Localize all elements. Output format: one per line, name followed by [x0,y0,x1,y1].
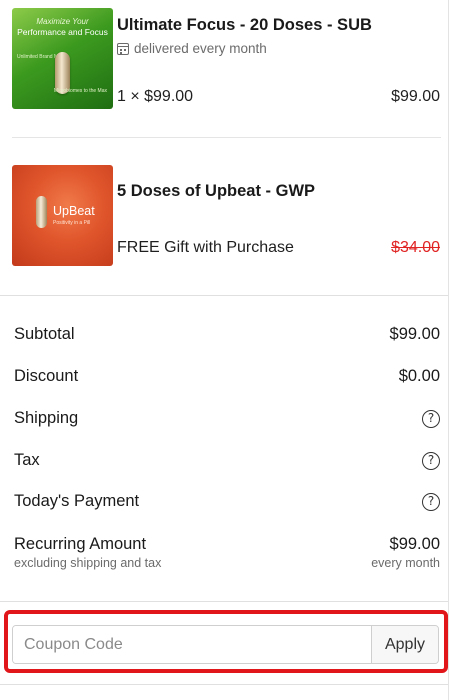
discount-value: $0.00 [398,367,440,385]
shipping-label: Shipping [14,409,79,427]
thumbnail-heading-line2: Performance and Focus [17,27,108,37]
calendar-icon [117,42,129,55]
original-price: $34.00 [391,239,440,256]
product-image-upbeat[interactable]: UpBeat Positivity in a Pill [12,165,113,266]
thumbnail-side-right: Microbiomes to the Max [53,88,107,94]
recurring-value: $99.00 [389,535,440,553]
discount-row: Discount $0.00 [14,367,440,386]
recurring-frequency: every month [371,556,440,570]
subtotal-value: $99.00 [389,325,440,343]
recurring-note: excluding shipping and tax [14,556,162,570]
recurring-label: Recurring Amount [14,535,147,553]
panel-edge [448,0,449,700]
item-divider [12,137,441,138]
coupon-code-input[interactable] [13,626,371,663]
line-total: $99.00 [391,88,440,105]
product-image-ultimate-focus[interactable]: Maximize Your Performance and Focus Unli… [12,8,113,109]
subtotal-label: Subtotal [14,325,75,343]
coupon-form: Apply [12,625,439,664]
capsule-illustration [36,196,47,228]
delivery-note-text: delivered every month [134,41,267,56]
delivery-note: delivered every month [117,41,267,56]
thumbnail-heading-line1: Maximize Your [36,17,89,26]
question-circle-icon[interactable]: ? [422,492,440,511]
shipping-row: Shipping ? [14,409,440,428]
quantity-price: 1 × $99.00 [117,88,194,105]
thumbnail-brand: UpBeat [53,204,95,218]
section-divider [0,295,448,296]
todays-payment-row: Today's Payment ? [14,492,440,511]
cart-item-upbeat-gift: UpBeat Positivity in a Pill 5 Doses of U… [12,165,440,267]
cart-item-ultimate-focus: Maximize Your Performance and Focus Unli… [12,8,440,110]
todays-payment-label: Today's Payment [14,492,140,510]
section-divider [0,601,448,602]
question-circle-icon[interactable]: ? [422,451,440,470]
product-title[interactable]: Ultimate Focus - 20 Doses - SUB [117,16,372,35]
tax-row: Tax ? [14,451,440,470]
product-title[interactable]: 5 Doses of Upbeat - GWP [117,182,315,201]
apply-coupon-button[interactable]: Apply [371,626,438,663]
question-circle-icon[interactable]: ? [422,409,440,428]
gift-text: FREE Gift with Purchase [117,239,294,256]
subtotal-row: Subtotal $99.00 [14,325,440,344]
discount-label: Discount [14,367,79,385]
section-divider [0,684,448,685]
thumbnail-tagline: Positivity in a Pill [53,220,91,226]
thumbnail-heading: Maximize Your Performance and Focus [12,16,113,38]
tax-label: Tax [14,451,40,469]
